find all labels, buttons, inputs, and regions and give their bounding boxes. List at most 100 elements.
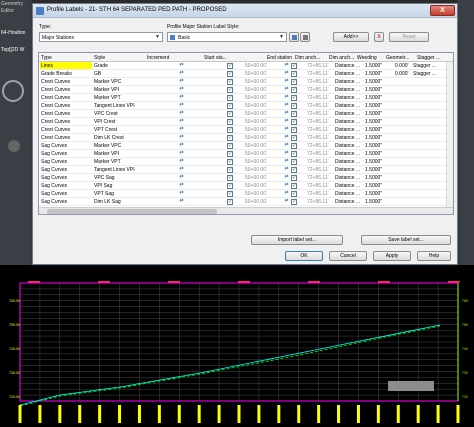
dim-anchor-value-cell[interactable]: 1.5000" (365, 199, 393, 205)
table-row[interactable]: Sag Curves Marker VPI ⇄ ✓ 50+00.00' ⇄ ✓ 72+86.1… (39, 150, 453, 158)
column-header[interactable]: Dim anch... (295, 55, 328, 61)
dim-anchor-option-cell[interactable]: Distance ... (335, 175, 365, 181)
column-header[interactable]: Increment (147, 55, 185, 61)
end-station-cell[interactable]: 72+86.11' (307, 111, 334, 117)
dialog-titlebar[interactable]: Profile Labels - 21- STH 64 SEPARATED PE… (33, 4, 457, 18)
increment-checkbox[interactable]: ✓ (227, 183, 233, 189)
dim-anchor-option-cell[interactable]: Distance ... (335, 167, 365, 173)
dim-anchor-option-cell[interactable]: Distance ... (335, 95, 365, 101)
pick-station-icon[interactable]: ⇄ (282, 174, 291, 181)
ok-button[interactable]: OK (285, 251, 323, 261)
end-station-cell[interactable]: 72+86.11' (307, 127, 334, 133)
dim-anchor-value-cell[interactable]: 1.5000" (365, 127, 393, 133)
style-cell[interactable]: Marker VPT (94, 95, 146, 101)
style-cell[interactable]: Dim LK Sag (94, 199, 146, 205)
dim-anchor-option-cell[interactable]: Distance ... (335, 127, 365, 133)
start-checkbox[interactable]: ✓ (291, 191, 297, 197)
table-row[interactable]: Crest Curves Dim LK Crest ⇄ ✓ 50+00.00' ⇄ ✓ 72+… (39, 134, 453, 142)
pick-station-icon[interactable]: ⇄ (282, 198, 291, 205)
pick-station-icon[interactable]: ⇄ (282, 62, 291, 69)
increment-checkbox[interactable]: ✓ (227, 167, 233, 173)
pick-style-icon[interactable]: ⇄ (177, 126, 186, 133)
start-station-cell[interactable]: 50+00.00' (245, 167, 283, 173)
table-row[interactable]: Sag Curves Dim LK Sag ⇄ ✓ 50+00.00' ⇄ ✓ 72+86.1… (39, 198, 453, 206)
acad-drawing-tab[interactable]: 64-Houlton (1, 30, 25, 36)
increment-checkbox[interactable]: ✓ (227, 175, 233, 181)
table-row[interactable]: Sag Curves VPT Sag ⇄ ✓ 50+00.00' ⇄ ✓ 72+86.11' D… (39, 190, 453, 198)
start-checkbox[interactable]: ✓ (291, 111, 297, 117)
table-row[interactable]: Sag Curves VPI Sag ⇄ ✓ 50+00.00' ⇄ ✓ 72+86.11' D… (39, 182, 453, 190)
style-cell[interactable]: Marker VPT (94, 159, 146, 165)
start-station-cell[interactable]: 50+00.00' (245, 87, 283, 93)
end-station-cell[interactable]: 72+86.11' (307, 103, 334, 109)
column-header[interactable]: Start sta... (204, 55, 242, 61)
table-row[interactable]: Lines Grade ⇄ ✓ 50+00.00' ⇄ ✓ 72+86.11' Distance… (39, 62, 453, 70)
increment-checkbox[interactable]: ✓ (227, 127, 233, 133)
column-header[interactable]: Type (41, 55, 93, 61)
end-station-cell[interactable]: 72+86.11' (307, 167, 334, 173)
dim-anchor-value-cell[interactable]: 1.5000" (365, 95, 393, 101)
pick-style-icon[interactable]: ⇄ (177, 94, 186, 101)
apply-button[interactable]: Apply (373, 251, 411, 261)
dim-anchor-value-cell[interactable]: 1.5000" (365, 167, 393, 173)
type-select[interactable]: Major Stations ▼ (39, 32, 163, 42)
start-station-cell[interactable]: 50+00.00' (245, 63, 283, 69)
dim-anchor-value-cell[interactable]: 1.5000" (365, 183, 393, 189)
import-label-set-button[interactable]: Import label set... (251, 235, 343, 245)
table-row[interactable]: Grade Breaks GB ⇄ ✓ 50+00.00' ⇄ ✓ 72+86.11' Dist… (39, 70, 453, 78)
increment-checkbox[interactable]: ✓ (227, 79, 233, 85)
start-checkbox[interactable]: ✓ (291, 87, 297, 93)
dim-anchor-value-cell[interactable]: 1.5000" (365, 175, 393, 181)
dim-anchor-value-cell[interactable]: 1.5000" (365, 111, 393, 117)
start-checkbox[interactable]: ✓ (291, 119, 297, 125)
increment-checkbox[interactable]: ✓ (227, 119, 233, 125)
horizontal-scrollbar[interactable] (39, 207, 453, 214)
dim-anchor-option-cell[interactable]: Distance ... (335, 159, 365, 165)
acad-viewport-label[interactable]: Top][2D W (1, 47, 24, 53)
dim-anchor-value-cell[interactable]: 1.5000" (365, 135, 393, 141)
pick-station-icon[interactable]: ⇄ (282, 86, 291, 93)
vertical-scrollbar[interactable] (446, 62, 453, 207)
pick-style-icon[interactable]: ⇄ (177, 174, 186, 181)
dim-anchor-option-cell[interactable]: Distance ... (335, 119, 365, 125)
pick-station-icon[interactable]: ⇄ (282, 182, 291, 189)
increment-checkbox[interactable]: ✓ (227, 95, 233, 101)
start-station-cell[interactable]: 50+00.00' (245, 95, 283, 101)
table-row[interactable]: Crest Curves VPT Crest ⇄ ✓ 50+00.00' ⇄ ✓ 72+86.… (39, 126, 453, 134)
pick-station-icon[interactable]: ⇄ (282, 78, 291, 85)
column-header[interactable]: Weeding (357, 55, 385, 61)
pick-style-icon[interactable]: ⇄ (177, 198, 186, 205)
dim-anchor-option-cell[interactable]: Distance ... (335, 143, 365, 149)
style-cell[interactable]: Grade (94, 63, 146, 69)
style-cell[interactable]: VPI Sag (94, 183, 146, 189)
style-cell[interactable]: Marker VPC (94, 79, 146, 85)
column-header[interactable]: Stagger ... (417, 55, 447, 61)
dim-anchor-option-cell[interactable]: Distance ... (335, 199, 365, 205)
pick-style-icon[interactable]: ⇄ (177, 70, 186, 77)
dim-anchor-option-cell[interactable]: Distance ... (335, 63, 365, 69)
navigation-wheel-icon[interactable] (8, 140, 20, 152)
end-station-cell[interactable]: 72+86.11' (307, 87, 334, 93)
style-cell[interactable]: VPI Crest (94, 119, 146, 125)
start-checkbox[interactable]: ✓ (291, 143, 297, 149)
viewcube-icon[interactable] (2, 80, 24, 102)
increment-checkbox[interactable]: ✓ (227, 71, 233, 77)
style-cell[interactable]: Tangent Lines VPI (94, 103, 146, 109)
add-button[interactable]: Add>> (333, 32, 369, 42)
style-cell[interactable]: Tangent Lines VPI (94, 167, 146, 173)
end-station-cell[interactable]: 72+86.11' (307, 119, 334, 125)
pick-station-icon[interactable]: ⇄ (282, 94, 291, 101)
pick-station-icon[interactable]: ⇄ (282, 70, 291, 77)
pick-station-icon[interactable]: ⇄ (282, 134, 291, 141)
start-station-cell[interactable]: 50+00.00' (245, 127, 283, 133)
start-checkbox[interactable]: ✓ (291, 167, 297, 173)
style-cell[interactable]: Dim LK Crest (94, 135, 146, 141)
pick-style-icon[interactable]: ⇄ (177, 62, 186, 69)
dim-anchor-option-cell[interactable]: Distance ... (335, 151, 365, 157)
increment-checkbox[interactable]: ✓ (227, 151, 233, 157)
dim-anchor-value-cell[interactable]: 1.5000" (365, 71, 393, 77)
table-row[interactable]: Crest Curves VPI Crest ⇄ ✓ 50+00.00' ⇄ ✓ 72+86.… (39, 118, 453, 126)
pick-style-icon[interactable]: ⇄ (177, 158, 186, 165)
pick-style-icon[interactable]: ⇄ (177, 166, 186, 173)
pick-style-icon[interactable]: ⇄ (177, 78, 186, 85)
